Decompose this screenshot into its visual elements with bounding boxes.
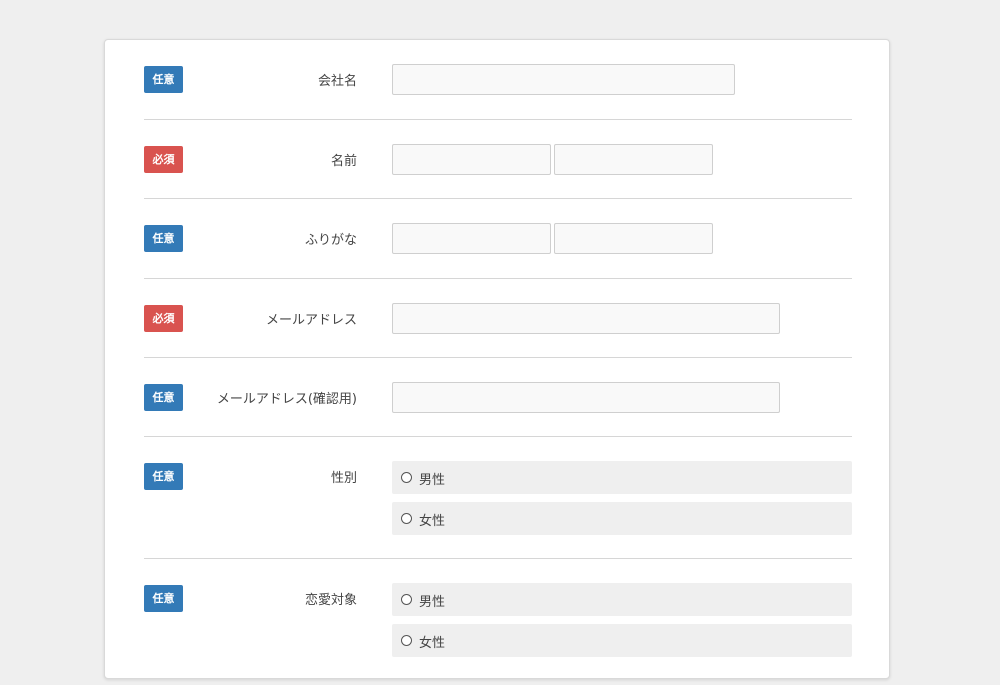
form-row-name: 必須 名前 [144, 144, 852, 178]
divider [144, 558, 852, 559]
email-label: メールアドレス [265, 313, 357, 328]
radio-label: 男性 [419, 595, 446, 610]
radio-label: 女性 [419, 636, 446, 651]
radio-button[interactable] [401, 513, 412, 524]
required-badge: 必須 [144, 146, 183, 173]
last-name-input[interactable] [392, 144, 551, 175]
romance-target-option-male[interactable]: 男性 [392, 583, 852, 616]
furigana-label: ふりがな [304, 233, 357, 248]
divider [144, 278, 852, 279]
company-input[interactable] [392, 64, 735, 95]
gender-option-male[interactable]: 男性 [392, 461, 852, 494]
form-row-company: 任意 会社名 [144, 64, 852, 98]
optional-badge: 任意 [144, 384, 183, 411]
divider [144, 119, 852, 120]
optional-badge: 任意 [144, 66, 183, 93]
radio-button[interactable] [401, 635, 412, 646]
form-row-email: 必須 メールアドレス [144, 303, 852, 337]
email-confirm-label: メールアドレス(確認用) [216, 392, 357, 407]
gender-option-female[interactable]: 女性 [392, 502, 852, 535]
optional-badge: 任意 [144, 585, 183, 612]
gender-label: 性別 [330, 471, 357, 486]
company-label: 会社名 [317, 74, 357, 89]
form-row-romance-target: 任意 恋愛対象 男性 女性 [144, 583, 852, 685]
first-name-input[interactable] [554, 144, 713, 175]
email-input[interactable] [392, 303, 780, 334]
divider [144, 436, 852, 437]
form-row-furigana: 任意 ふりがな [144, 223, 852, 257]
form-row-email-confirm: 任意 メールアドレス(確認用) [144, 382, 852, 416]
radio-button[interactable] [401, 594, 412, 605]
first-name-furigana-input[interactable] [554, 223, 713, 254]
last-name-furigana-input[interactable] [392, 223, 551, 254]
divider [144, 198, 852, 199]
name-label: 名前 [330, 154, 357, 169]
required-badge: 必須 [144, 305, 183, 332]
radio-label: 男性 [419, 473, 446, 488]
form-card: 任意 会社名 必須 名前 任意 ふりがな 必須 メールアドレス 任意 メールアド… [104, 39, 890, 679]
form-row-gender: 任意 性別 男性 女性 [144, 461, 852, 563]
optional-badge: 任意 [144, 463, 183, 490]
radio-button[interactable] [401, 472, 412, 483]
romance-target-option-female[interactable]: 女性 [392, 624, 852, 657]
divider [144, 357, 852, 358]
optional-badge: 任意 [144, 225, 183, 252]
radio-label: 女性 [419, 514, 446, 529]
email-confirm-input[interactable] [392, 382, 780, 413]
romance-target-label: 恋愛対象 [304, 593, 357, 608]
